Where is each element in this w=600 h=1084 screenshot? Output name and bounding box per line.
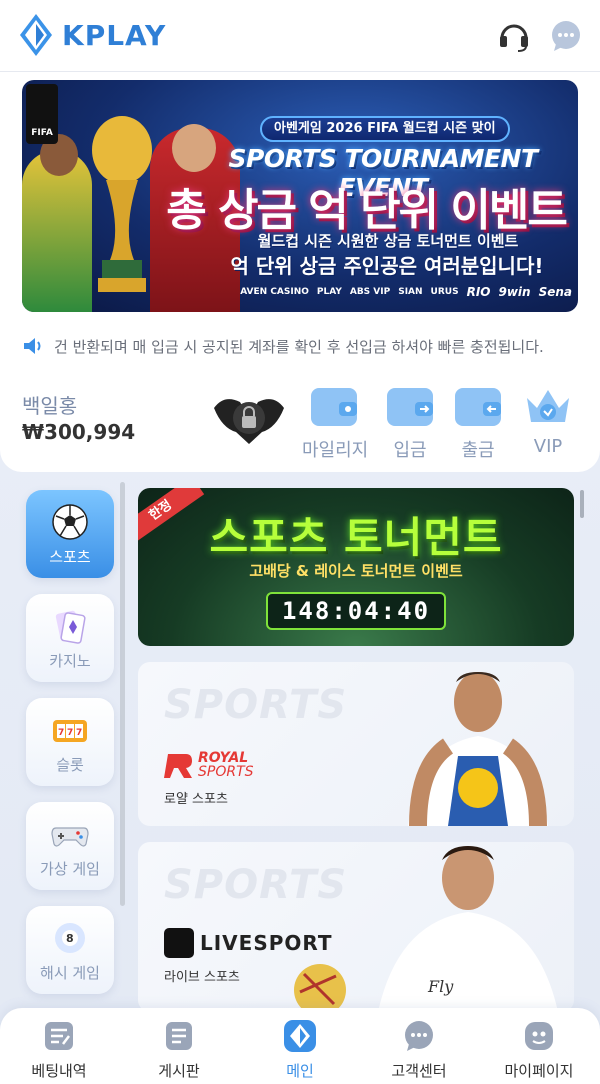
card-name: 라이브 스포츠 [164, 970, 240, 985]
sponsor-logo: ABS VIP [349, 287, 391, 297]
cards-icon [55, 610, 86, 644]
sponsor-logo: AVEN CASINO [240, 287, 309, 297]
promo-subtitle: 고배당 & 레이스 토너먼트 이벤트 [249, 562, 463, 580]
chat-icon[interactable] [548, 18, 584, 54]
sidebar-item-casino[interactable]: 카지노 [26, 594, 114, 682]
speaker-icon [24, 338, 41, 354]
banner-title-kr: 총 상금 억 단위 이벤트 [166, 185, 568, 236]
svg-text:7: 7 [67, 728, 73, 738]
brand-name: KPLAY [62, 18, 167, 52]
sponsor-logos: AVEN CASINO PLAY ABS VIP SIAN URUS RIO 9… [162, 280, 578, 304]
sidebar-item-label: 카지노 [49, 651, 91, 670]
soccer-ball-icon [52, 503, 88, 540]
sidebar-item-slot[interactable]: 7 7 7 슬롯 [26, 698, 114, 786]
sponsor-logo: 9win [498, 285, 531, 299]
svg-text:7: 7 [76, 728, 82, 738]
world-cup-banner[interactable]: FIFA 아벤게임 2026 FIFA 월드컵 시즌 맞이 SPORTS TOU… [22, 80, 578, 312]
sponsor-logo: Sena [538, 285, 572, 299]
vip-button[interactable]: VIP [516, 384, 580, 457]
board-icon [166, 1022, 192, 1050]
tab-customer-center[interactable]: 고객센터 [364, 1018, 474, 1081]
tab-label: 마이페이지 [504, 1062, 574, 1080]
sports-tournament-promo[interactable]: 한정 스포츠 토너먼트 고배당 & 레이스 토너먼트 이벤트 148:04:40 [138, 488, 574, 646]
content-scrollbar[interactable] [580, 490, 584, 518]
billiard-ball-icon: 8 [55, 922, 85, 953]
tab-label: 고객센터 [391, 1062, 447, 1080]
promo-title: 스포츠 토너먼트 [209, 513, 503, 562]
notice-marquee[interactable]: 건 반환되며 매 입금 시 공지된 계좌를 확인 후 선입금 하셔야 빠른 충전… [0, 320, 600, 372]
soccer-player-image: Fly [294, 846, 558, 1012]
main-logo-icon [284, 1020, 316, 1052]
user-balance: ₩300,994 [22, 420, 136, 444]
card-name: 로얄 스포츠 [164, 792, 228, 807]
sponsor-logo: PLAY [316, 287, 342, 297]
basketball-player-image [408, 672, 548, 826]
royal-sports-card[interactable]: SPORTS ROYAL SPORTS 로얄 스포츠 [138, 662, 574, 826]
vip-crown-icon [527, 390, 569, 422]
deposit-wallet-icon [387, 388, 433, 426]
card-watermark: SPORTS [164, 682, 348, 728]
tab-label: 게시판 [158, 1062, 200, 1080]
royal-r-icon [164, 754, 192, 778]
royal-sports-logo: ROYAL SPORTS [164, 750, 254, 780]
deposit-button[interactable]: 입금 [378, 384, 442, 462]
betting-history-icon [45, 1022, 73, 1050]
royal-logo-line1: ROYAL [198, 750, 249, 766]
sidebar-item-sports[interactable]: 스포츠 [26, 490, 114, 578]
user-card: 백일홍 ₩300,994 마일리지 입금 출금 VIP [0, 372, 600, 472]
tab-label: 베팅내역 [31, 1062, 87, 1080]
withdraw-button[interactable]: 출금 [446, 384, 510, 462]
banner-subtitle-2: 억 단위 상금 주인공은 여러분입니다! [230, 254, 544, 278]
withdraw-label: 출금 [461, 440, 495, 461]
my-page-icon [525, 1022, 553, 1050]
sidebar-item-label: 가상 게임 [40, 859, 100, 878]
withdraw-wallet-icon [455, 388, 501, 426]
app-header: KPLAY [0, 0, 600, 72]
notice-text: 건 반환되며 매 입금 시 공지된 계좌를 확인 후 선입금 하셔야 빠른 충전… [54, 337, 544, 356]
sponsor-logo: SIAN [398, 287, 423, 297]
mileage-label: 마일리지 [302, 440, 369, 461]
deposit-label: 입금 [393, 440, 427, 461]
livesport-box-icon [164, 928, 194, 958]
sponsor-logo: URUS [430, 287, 459, 297]
tab-main[interactable]: 메인 [245, 1018, 355, 1081]
mileage-button[interactable]: 마일리지 [302, 384, 369, 462]
user-name: 백일홍 [22, 394, 78, 418]
headset-icon[interactable] [496, 18, 532, 54]
sidebar-item-label: 해시 게임 [40, 963, 100, 982]
sidebar-item-virtual-game[interactable]: 가상 게임 [26, 802, 114, 890]
livesport-card[interactable]: SPORTS LIVESPORT 라이브 스포츠 Fly [138, 842, 574, 1012]
kplay-diamond-icon [20, 14, 52, 56]
tab-my-page[interactable]: 마이페이지 [484, 1018, 594, 1081]
lock-emblem-icon[interactable] [210, 388, 288, 446]
banner-subtitle-1: 월드컵 시즌 시원한 상금 토너먼트 이벤트 [257, 232, 519, 250]
sidebar-item-hash-game[interactable]: 8 해시 게임 [26, 906, 114, 994]
kplay-logo[interactable]: KPLAY [18, 12, 166, 58]
svg-text:8: 8 [66, 932, 74, 945]
sponsor-logo: RIO [466, 285, 491, 299]
sidebar-scrollbar[interactable] [120, 482, 125, 906]
category-sidebar: 스포츠 카지노 7 7 7 슬롯 가상 게임 8 해시 게임 [26, 490, 118, 1010]
banner-section: FIFA 아벤게임 2026 FIFA 월드컵 시즌 맞이 SPORTS TOU… [0, 72, 600, 320]
royal-logo-line2: SPORTS [198, 764, 254, 780]
tab-label: 메인 [286, 1062, 314, 1080]
fifa-badge: FIFA [26, 84, 58, 144]
vip-label: VIP [533, 436, 563, 457]
tab-board[interactable]: 게시판 [124, 1018, 234, 1081]
banner-pill: 아벤게임 2026 FIFA 월드컵 시즌 맞이 [260, 116, 510, 142]
svg-text:7: 7 [58, 728, 64, 738]
gamepad-icon [51, 826, 89, 847]
slot-machine-icon: 7 7 7 [53, 719, 87, 742]
tab-betting-history[interactable]: 베팅내역 [4, 1018, 114, 1081]
countdown-timer: 148:04:40 [266, 592, 446, 630]
svg-text:Fly: Fly [427, 977, 454, 996]
sidebar-item-label: 스포츠 [49, 547, 91, 566]
sidebar-item-label: 슬롯 [56, 755, 84, 774]
mileage-wallet-icon [311, 388, 357, 426]
bottom-tab-bar: 베팅내역 게시판 메인 고객센터 마이페이지 [0, 1008, 600, 1084]
customer-center-icon [405, 1021, 433, 1051]
